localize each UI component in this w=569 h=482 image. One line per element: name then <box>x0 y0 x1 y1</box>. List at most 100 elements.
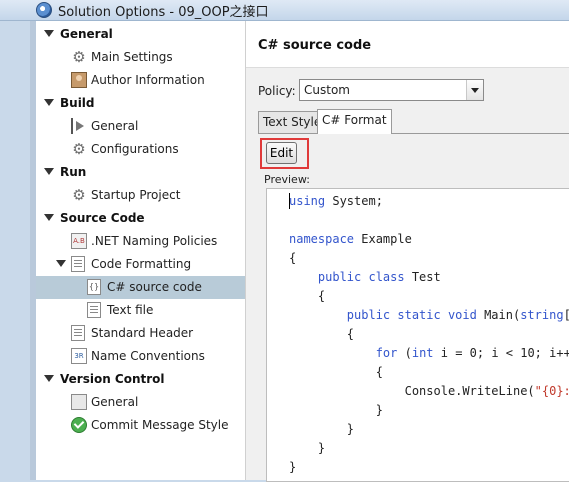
sidebar-category-version-control[interactable]: Version Control <box>36 368 245 391</box>
code-line: { <box>289 365 383 379</box>
expand-arrow-icon[interactable] <box>44 30 54 37</box>
app-icon <box>36 2 52 18</box>
policy-dropdown[interactable]: Custom <box>299 79 484 101</box>
expand-arrow-icon[interactable] <box>44 168 54 175</box>
policy-label: Policy: <box>258 84 296 98</box>
sidebar-category-run[interactable]: Run <box>36 161 245 184</box>
code-keyword: using <box>289 194 326 208</box>
code-line: { <box>289 289 325 303</box>
sidebar-item-general[interactable]: General <box>36 115 245 138</box>
code-text: i = 0; i < 10; i++) <box>433 346 569 360</box>
sidebar-item-label: C# source code <box>107 280 202 294</box>
expand-arrow-icon[interactable] <box>44 375 54 382</box>
code-line: } <box>289 403 383 417</box>
sidebar-item-commit-message-style[interactable]: Commit Message Style <box>36 414 245 437</box>
expand-arrow-icon[interactable] <box>56 260 66 267</box>
sidebar-item-text-file[interactable]: Text file <box>36 299 245 322</box>
version-control-icon <box>71 394 87 410</box>
options-tree: General ⚙ Main Settings Author Information B… <box>36 21 246 480</box>
sidebar-item-configurations[interactable]: ⚙ Configurations <box>36 138 245 161</box>
code-text: } <box>289 460 297 474</box>
code-line: public class Test <box>289 270 441 284</box>
code-line: Console.WriteLine("{0}: <box>289 384 569 398</box>
sidebar-item-main-settings[interactable]: ⚙ Main Settings <box>36 46 245 69</box>
code-keyword: for <box>375 346 398 360</box>
sidebar-item-standard-header[interactable]: Standard Header <box>36 322 245 345</box>
code-keyword: int <box>411 346 434 360</box>
code-keyword: public static void <box>346 308 477 322</box>
sidebar-category-source-code[interactable]: Source Code <box>36 207 245 230</box>
code-keyword: public class <box>317 270 405 284</box>
expand-arrow-icon[interactable] <box>44 99 54 106</box>
check-icon <box>71 417 87 433</box>
code-text: { <box>289 365 383 379</box>
code-text: Main( <box>476 308 521 322</box>
sidebar-item-label: Code Formatting <box>91 257 192 271</box>
sidebar-item-label: .NET Naming Policies <box>91 234 218 248</box>
sidebar-item-general[interactable]: General <box>36 391 245 414</box>
code-text: } <box>289 403 383 417</box>
code-line: { <box>289 251 296 265</box>
window-title-bar[interactable]: Solution Options - 09_OOP之接口 <box>0 0 569 21</box>
sidebar-category-build[interactable]: Build <box>36 92 245 115</box>
sidebar-item-label: Name Conventions <box>91 349 205 363</box>
page-title: C# source code <box>258 38 372 53</box>
sidebar-item-net-naming-policies[interactable]: A.B .NET Naming Policies <box>36 230 245 253</box>
sidebar-item-label: Text file <box>107 303 154 317</box>
code-line: for (int i = 0; i < 10; i++) <box>289 346 569 360</box>
gear-icon: ⚙ <box>72 48 86 66</box>
sidebar-category-label: General <box>60 27 113 41</box>
build-icon <box>71 118 89 134</box>
code-keyword: namespace <box>289 232 355 246</box>
code-preview[interactable]: using System; namespace Example { public c… <box>266 188 569 482</box>
sidebar-item-csharp-source-code[interactable]: {} C# source code <box>36 276 245 299</box>
naming-policy-icon: A.B <box>71 233 87 249</box>
code-text: { <box>289 251 297 265</box>
gear-icon: ⚙ <box>72 186 86 204</box>
red-highlight-box <box>260 138 309 169</box>
code-line: } <box>289 460 296 474</box>
csharp-file-icon: {} <box>87 279 101 295</box>
sidebar-category-general[interactable]: General <box>36 23 245 46</box>
main-panel: C# source code Policy: Custom Text Style… <box>246 21 569 482</box>
code-text: [] <box>564 308 569 322</box>
tab-csharp-format[interactable]: C# Format <box>317 109 392 134</box>
sidebar-category-label: Run <box>60 165 87 179</box>
sidebar-item-label: General <box>91 119 139 133</box>
gear-icon: ⚙ <box>72 140 86 158</box>
panel-body: Policy: Custom Text Style C# Format Edit… <box>246 68 569 482</box>
document-icon <box>87 302 101 318</box>
panel-header: C# source code <box>246 21 569 68</box>
sidebar-item-author-information[interactable]: Author Information <box>36 69 245 92</box>
code-text: System; <box>325 194 383 208</box>
code-line: } <box>289 422 354 436</box>
sidebar-item-startup-project[interactable]: ⚙ Startup Project <box>36 184 245 207</box>
code-text: Example <box>354 232 412 246</box>
sidebar-item-label: Configurations <box>91 142 179 156</box>
sidebar-item-label: Startup Project <box>91 188 181 202</box>
sidebar-category-label: Version Control <box>60 372 165 386</box>
sidebar-item-code-formatting[interactable]: Code Formatting <box>36 253 245 276</box>
document-icon <box>71 325 85 341</box>
code-line: { <box>289 327 354 341</box>
name-conventions-icon: 3R <box>71 348 87 364</box>
sidebar-item-name-conventions[interactable]: 3R Name Conventions <box>36 345 245 368</box>
sidebar-item-label: General <box>91 395 139 409</box>
left-window-edge <box>0 21 36 480</box>
code-text: } <box>289 422 355 436</box>
tab-text-style[interactable]: Text Style <box>258 111 327 133</box>
chevron-down-icon[interactable] <box>466 80 483 100</box>
code-text: { <box>289 289 326 303</box>
code-line: public static void Main(string[] <box>289 308 569 322</box>
tab-label: Text Style <box>263 115 322 129</box>
code-keyword: string <box>520 308 564 322</box>
sidebar-category-label: Build <box>60 96 95 110</box>
code-string: "{0}: <box>534 384 569 398</box>
preview-label: Preview: <box>264 173 310 186</box>
code-text: Test <box>404 270 441 284</box>
sidebar-item-label: Standard Header <box>91 326 194 340</box>
expand-arrow-icon[interactable] <box>44 214 54 221</box>
code-text: { <box>289 327 355 341</box>
